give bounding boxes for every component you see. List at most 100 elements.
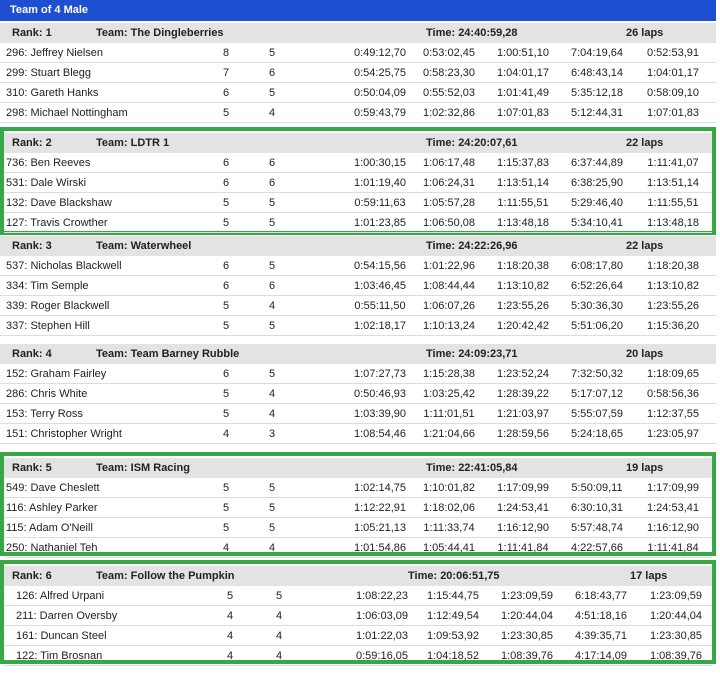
team-laps: 17 laps — [630, 570, 668, 582]
rider-t3-value: 1:24:53,41 — [497, 502, 549, 514]
team-time: Time: 22:41:05,84 — [426, 462, 518, 474]
rider-t1-value: 0:49:12,70 — [354, 47, 406, 59]
rider-t1-value: 0:59:11,63 — [354, 197, 406, 209]
rider-t4-value: 5:12:44,31 — [571, 107, 623, 119]
rider-a-value: 5 — [222, 408, 230, 420]
rider-t3-value: 1:13:51,14 — [497, 177, 549, 189]
rider-t1-value: 1:01:54,86 — [354, 542, 406, 554]
rider-t2-value: 1:06:24,31 — [423, 177, 475, 189]
rider-row: 250: Nathaniel Teh 4 4 1:01:54,86 1:05:44,41… — [4, 538, 712, 558]
rider-t4-value: 6:38:25,90 — [571, 177, 623, 189]
rider-a-value: 5 — [222, 388, 230, 400]
rider-t2-value: 1:04:18,52 — [427, 650, 479, 662]
team-laps: 22 laps — [626, 137, 664, 149]
rider-t2-value: 1:10:13,24 — [423, 320, 475, 332]
rider-name: 151: Christopher Wright — [6, 428, 122, 440]
rider-a-value: 7 — [222, 67, 230, 79]
rider-t1-value: 1:02:14,75 — [354, 482, 406, 494]
rider-name: 161: Duncan Steel — [16, 630, 107, 642]
rider-t4-value: 6:48:43,14 — [571, 67, 623, 79]
rider-name: 299: Stuart Blegg — [6, 67, 92, 79]
rider-t1-value: 0:50:46,93 — [354, 388, 406, 400]
rider-t4-value: 5:29:46,40 — [571, 197, 623, 209]
rider-t4-value: 7:32:50,32 — [571, 368, 623, 380]
rider-b-value: 4 — [268, 107, 276, 119]
rider-t3-value: 1:23:30,85 — [501, 630, 553, 642]
rider-t3-value: 1:11:41,84 — [497, 542, 549, 554]
rider-name: 310: Gareth Hanks — [6, 87, 99, 99]
rider-name: 298: Michael Nottingham — [6, 107, 128, 119]
rider-b-value: 4 — [275, 630, 283, 642]
rider-t1-value: 1:08:54,46 — [354, 428, 406, 440]
team-rank: Rank: 5 — [12, 462, 52, 474]
rider-b-value: 3 — [268, 428, 276, 440]
rider-t3-value: 1:11:55,51 — [497, 197, 549, 209]
rider-t2-value: 1:05:57,28 — [423, 197, 475, 209]
rider-row: 296: Jeffrey Nielsen 8 5 0:49:12,70 0:53:02,… — [0, 43, 716, 63]
rider-row: 126: Alfred Urpani 5 5 1:08:22,23 1:15:44,75… — [4, 586, 712, 606]
rider-t3-value: 1:21:03,97 — [497, 408, 549, 420]
rider-t5-value: 1:23:30,85 — [650, 630, 702, 642]
team-rank: Rank: 4 — [12, 348, 52, 360]
rider-t4-value: 6:18:43,77 — [575, 590, 627, 602]
team-header: Rank: 5 Team: ISM Racing Time: 22:41:05,84… — [4, 458, 712, 478]
rider-t5-value: 1:23:55,26 — [647, 300, 699, 312]
rider-t4-value: 5:17:07,12 — [571, 388, 623, 400]
rider-a-value: 8 — [222, 47, 230, 59]
rider-t3-value: 1:28:59,56 — [497, 428, 549, 440]
rider-b-value: 5 — [268, 260, 276, 272]
rider-t2-value: 1:06:07,26 — [423, 300, 475, 312]
rider-row: 161: Duncan Steel 4 4 1:01:22,03 1:09:53,92 1… — [4, 626, 712, 646]
rider-t5-value: 0:58:09,10 — [647, 87, 699, 99]
rider-t3-value: 1:17:09,99 — [497, 482, 549, 494]
team-header: Rank: 3 Team: Waterwheel Time: 24:22:26,96… — [0, 236, 716, 256]
rider-a-value: 5 — [222, 107, 230, 119]
rider-t2-value: 0:58:23,30 — [423, 67, 475, 79]
rider-t4-value: 4:51:18,16 — [575, 610, 627, 622]
rider-row: 537: Nicholas Blackwell 6 5 0:54:15,56 1:01:… — [0, 256, 716, 276]
rider-t1-value: 1:00:30,15 — [354, 157, 406, 169]
rider-t2-value: 1:12:49,54 — [427, 610, 479, 622]
team-laps: 19 laps — [626, 462, 664, 474]
team-laps: 20 laps — [626, 348, 664, 360]
rider-row: 298: Michael Nottingham 5 4 0:59:43,79 1:02:… — [0, 103, 716, 123]
team-block: Rank: 2 Team: LDTR 1 Time: 24:20:07,61 22 l… — [0, 127, 716, 235]
rider-t3-value: 1:20:44,04 — [501, 610, 553, 622]
rider-t3-value: 1:23:09,59 — [501, 590, 553, 602]
rider-t3-value: 1:15:37,83 — [497, 157, 549, 169]
team-name: Team: Team Barney Rubble — [96, 348, 240, 360]
rider-t4-value: 5:50:09,11 — [571, 482, 623, 494]
rider-t5-value: 0:58:56,36 — [647, 388, 699, 400]
rider-t3-value: 1:04:01,17 — [497, 67, 549, 79]
rider-t3-value: 1:16:12,90 — [497, 522, 549, 534]
rider-t4-value: 5:51:06,20 — [571, 320, 623, 332]
rider-b-value: 5 — [268, 522, 276, 534]
rider-t1-value: 1:07:27,73 — [354, 368, 406, 380]
rider-t1-value: 0:54:15,56 — [354, 260, 406, 272]
team-time: Time: 24:09:23,71 — [426, 348, 518, 360]
rider-t1-value: 1:01:19,40 — [354, 177, 406, 189]
rider-t1-value: 1:01:22,03 — [356, 630, 408, 642]
rider-name: 153: Terry Ross — [6, 408, 83, 420]
team-block: Rank: 6 Team: Follow the Pumpkin Time: 20:… — [0, 560, 716, 666]
rider-t2-value: 1:06:17,48 — [423, 157, 475, 169]
rider-t2-value: 0:55:52,03 — [423, 87, 475, 99]
rider-b-value: 5 — [268, 482, 276, 494]
rider-b-value: 4 — [268, 388, 276, 400]
team-header: Rank: 2 Team: LDTR 1 Time: 24:20:07,61 22 l… — [4, 133, 712, 153]
rider-t4-value: 6:37:44,89 — [571, 157, 623, 169]
team-block: Rank: 3 Team: Waterwheel Time: 24:22:26,96… — [0, 236, 716, 344]
team-rank: Rank: 3 — [12, 240, 52, 252]
rider-a-value: 5 — [222, 320, 230, 332]
rider-row: 531: Dale Wirski 6 6 1:01:19,40 1:06:24,31 1:… — [4, 173, 712, 193]
team-time: Time: 24:22:26,96 — [426, 240, 518, 252]
rider-t1-value: 1:06:03,09 — [356, 610, 408, 622]
rider-b-value: 5 — [268, 87, 276, 99]
rider-t4-value: 6:52:26,64 — [571, 280, 623, 292]
rider-t4-value: 5:30:36,30 — [571, 300, 623, 312]
rider-t5-value: 1:23:05,97 — [647, 428, 699, 440]
rider-name: 296: Jeffrey Nielsen — [6, 47, 104, 59]
rider-name: 549: Dave Cheslett — [6, 482, 100, 494]
rider-a-value: 5 — [226, 590, 234, 602]
rider-b-value: 5 — [268, 320, 276, 332]
